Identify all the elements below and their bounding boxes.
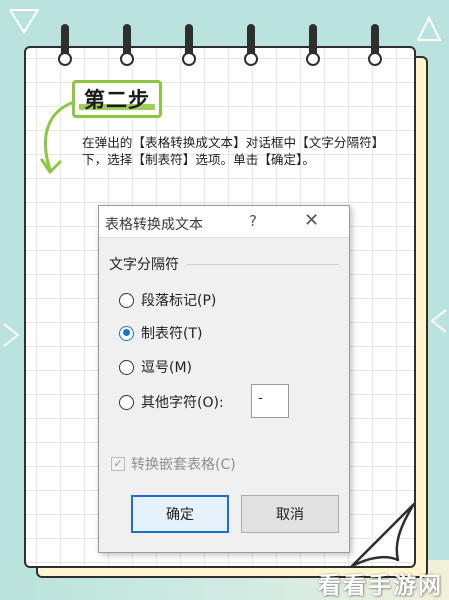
binder-ring-icon: [244, 24, 258, 68]
radio-other-char[interactable]: [119, 394, 134, 410]
binder-ring-icon: [182, 24, 196, 68]
step-label-text: 第二步: [84, 88, 150, 112]
binder-ring-icon: [120, 24, 134, 68]
checkmark-icon[interactable]: ✓: [111, 457, 125, 471]
triangle-decoration-icon: [2, 320, 22, 350]
option-label: 段落标记(P): [141, 293, 217, 309]
radio-comma[interactable]: [119, 359, 134, 375]
separator-group-label: 文字分隔符: [109, 257, 179, 273]
group-divider: [187, 264, 339, 265]
dialog-title: 表格转换成文本: [105, 217, 203, 233]
convert-nested-tables-checkbox[interactable]: ✓ 转换嵌套表格(C): [111, 454, 236, 474]
binder-ring-icon: [368, 24, 382, 68]
option-comma[interactable]: 逗号(M): [119, 357, 192, 377]
ok-button[interactable]: 确定: [131, 495, 229, 533]
help-button[interactable]: ?: [249, 212, 257, 230]
triangle-decoration-icon: [8, 6, 42, 36]
binder-ring-icon: [58, 24, 72, 68]
triangle-decoration-icon: [428, 306, 448, 336]
close-button[interactable]: ✕: [304, 210, 319, 231]
radio-paragraph-mark[interactable]: [119, 292, 134, 308]
watermark: 看看手游网: [318, 573, 443, 599]
cancel-button[interactable]: 取消: [241, 495, 339, 533]
curved-arrow-icon: [36, 98, 82, 184]
convert-table-to-text-dialog: 表格转换成文本 ? ✕ 文字分隔符 段落标记(P) 制表符(T) 逗号(M) 其…: [98, 205, 350, 553]
option-label: 逗号(M): [141, 360, 193, 376]
option-other-char[interactable]: 其他字符(O):: [119, 392, 224, 412]
checkbox-label: 转换嵌套表格(C): [131, 457, 236, 473]
option-paragraph-mark[interactable]: 段落标记(P): [119, 290, 216, 310]
option-label: 制表符(T): [141, 326, 203, 342]
triangle-decoration-icon: [414, 14, 444, 44]
binder-ring-icon: [306, 24, 320, 68]
option-label: 其他字符(O):: [141, 395, 224, 411]
radio-tab[interactable]: [119, 325, 134, 341]
instruction-text: 在弹出的【表格转换成文本】对话框中【文字分隔符】下，选择【制表符】选项。单击【确…: [82, 135, 385, 167]
step-label: 第二步: [72, 80, 162, 118]
other-char-input[interactable]: -: [251, 384, 289, 418]
page-curl-icon: [350, 500, 420, 572]
option-tab[interactable]: 制表符(T): [119, 323, 202, 343]
dialog-titlebar: 表格转换成文本 ? ✕: [99, 206, 349, 238]
